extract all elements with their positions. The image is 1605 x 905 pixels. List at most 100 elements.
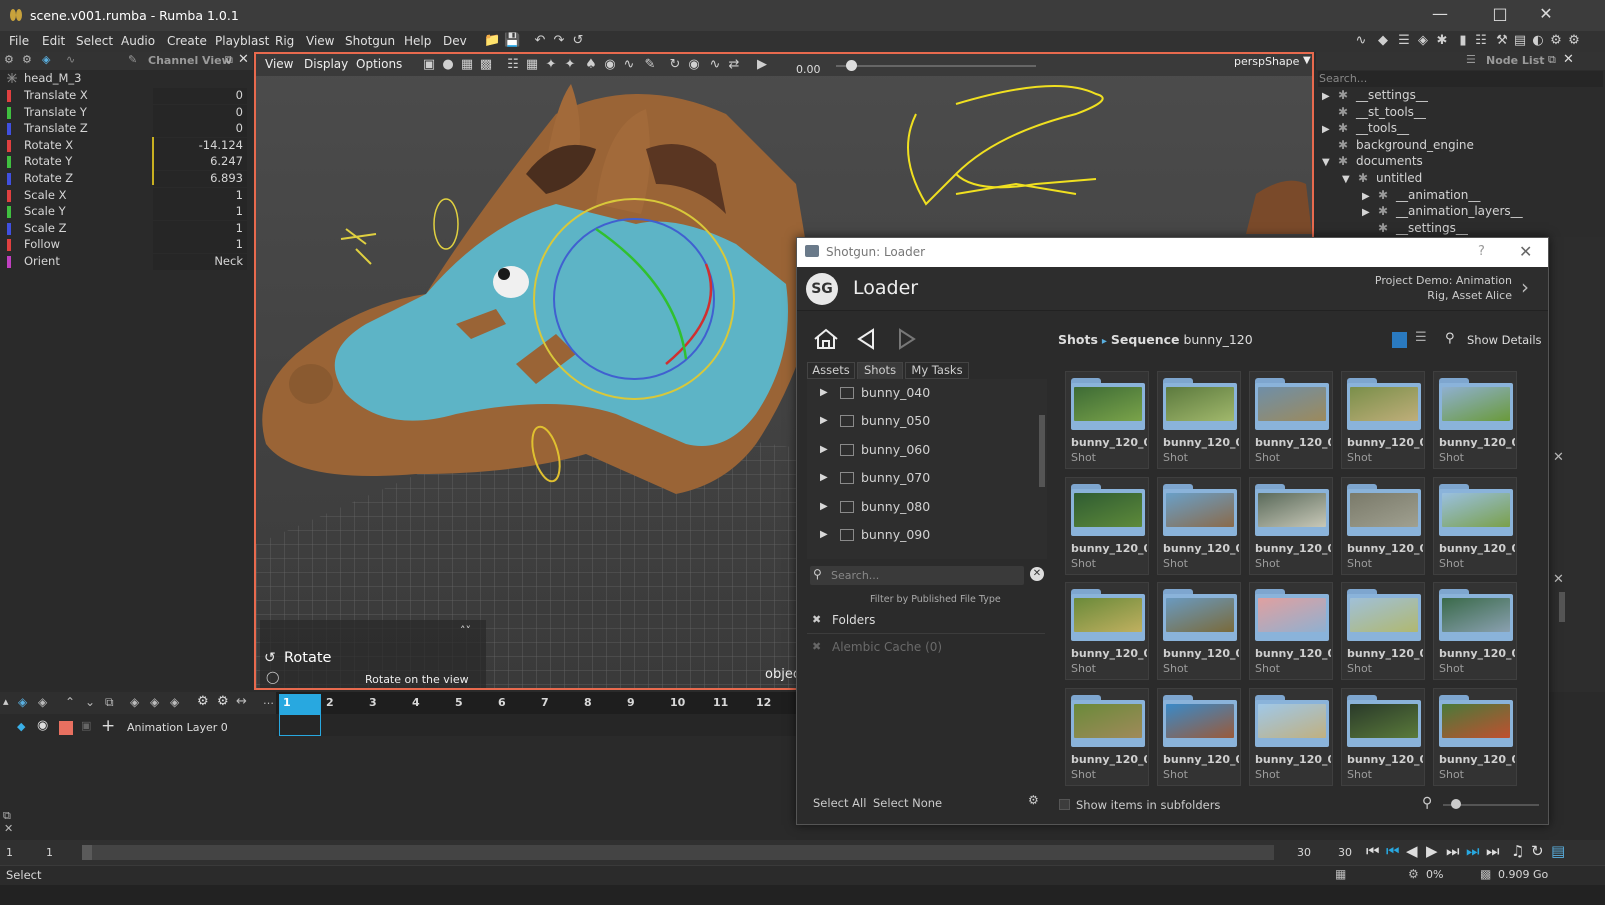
shot-tree-item[interactable]: ▶ bunny_090 xyxy=(820,526,1045,546)
frame-number[interactable]: 11 xyxy=(713,696,728,709)
menu-dev[interactable]: Dev xyxy=(443,34,467,48)
grid-view-icon[interactable] xyxy=(1392,332,1407,348)
menu-file[interactable]: File xyxy=(9,34,29,48)
shot-card[interactable]: bunny_120_00Shot xyxy=(1249,476,1333,575)
menu-rig[interactable]: Rig xyxy=(275,34,294,48)
loop-icon[interactable]: ↻ xyxy=(1531,842,1544,860)
shot-card[interactable]: bunny_120_02Shot xyxy=(1433,687,1517,786)
breadcrumb-root[interactable]: Shots xyxy=(1058,332,1098,347)
frame-number[interactable]: 3 xyxy=(369,696,377,709)
lock-icon[interactable]: ▣ xyxy=(81,719,91,732)
frame-number[interactable]: 7 xyxy=(541,696,549,709)
shot-card[interactable]: bunny_120_01Shot xyxy=(1341,582,1425,680)
list-icon[interactable]: ☰ xyxy=(1396,34,1412,48)
viewport-menu-view[interactable]: View xyxy=(265,57,293,71)
frame-number[interactable]: 9 xyxy=(627,696,635,709)
graph-icon[interactable]: ∿ xyxy=(1353,34,1369,48)
audio-icon[interactable]: ♫ xyxy=(1511,842,1524,860)
shot-card[interactable]: bunny_120_00Shot xyxy=(1065,371,1149,469)
layers-icon[interactable]: ◈ xyxy=(42,53,50,66)
channel-value[interactable]: 1 xyxy=(236,221,243,235)
shot-card[interactable]: bunny_120_00Shot xyxy=(1341,476,1425,575)
curve-icon[interactable]: ∿ xyxy=(621,58,637,72)
channel-row[interactable]: Rotate Z 6.893 xyxy=(0,171,253,187)
expander-icon[interactable]: ▶ xyxy=(1322,91,1338,102)
node-search-input[interactable]: Search... xyxy=(1318,71,1603,87)
scrollbar-thumb[interactable] xyxy=(1559,592,1565,622)
stack-icon[interactable]: ◈ xyxy=(150,695,159,709)
shot-tree-item[interactable]: ▶ bunny_070 xyxy=(820,469,1045,489)
channel-row[interactable]: Orient Neck xyxy=(0,254,253,270)
range-slider-handle[interactable] xyxy=(82,845,92,860)
shot-card[interactable]: bunny_120_00Shot xyxy=(1157,371,1241,469)
first-frame-icon[interactable]: ⏮ xyxy=(1366,842,1380,860)
expander-icon[interactable]: ▶ xyxy=(1322,124,1338,135)
tree-icon[interactable]: ☷ xyxy=(1473,34,1489,48)
checkbox-disabled-icon[interactable]: ✖ xyxy=(812,640,821,653)
stack-alt-icon[interactable]: ◈ xyxy=(170,695,179,709)
range-end-a[interactable]: 30 xyxy=(1297,846,1311,859)
next-frame-icon[interactable]: ⏭ xyxy=(1446,842,1460,860)
cube-icon[interactable]: ▣ xyxy=(421,58,437,72)
node-list-item[interactable]: ✱ __settings__ xyxy=(1362,221,1468,235)
node-list-item[interactable]: ▶ ✱ __settings__ xyxy=(1322,88,1428,102)
camera-name[interactable]: perspShape xyxy=(1234,55,1299,68)
merge-icon[interactable]: ◈ xyxy=(130,695,139,709)
filter-icon[interactable]: ⚙ xyxy=(22,53,32,66)
last-frame-icon[interactable]: ⏭ xyxy=(1486,842,1500,860)
channel-row[interactable]: Follow 1 xyxy=(0,237,253,254)
popout-icon[interactable]: ⧉ xyxy=(105,695,114,710)
keyframe-track[interactable] xyxy=(276,714,796,736)
channel-value[interactable]: 0 xyxy=(236,105,243,119)
active-layer-icon[interactable]: ◆ xyxy=(17,720,25,733)
show-details-button[interactable]: Show Details xyxy=(1467,333,1542,347)
shot-card[interactable]: bunny_120_01Shot xyxy=(1341,687,1425,786)
close-window-button[interactable]: ✕ xyxy=(1526,4,1566,28)
open-folder-icon[interactable]: 📁 xyxy=(484,34,500,48)
swap-icon[interactable]: ⇄ xyxy=(726,58,742,72)
layer-remove-icon[interactable]: ◈ xyxy=(38,695,47,709)
move-down-icon[interactable]: ⌄ xyxy=(85,695,95,709)
expand-arrow-icon[interactable]: ▶ xyxy=(820,472,828,483)
float-panel-icon[interactable]: ⧉ xyxy=(225,53,233,67)
show-subfolders-label[interactable]: Show items in subfolders xyxy=(1076,798,1220,812)
close-icon[interactable]: ✕ xyxy=(4,822,13,835)
visibility-eye-icon[interactable]: ◉ xyxy=(37,718,48,733)
channel-value-field[interactable] xyxy=(153,104,247,121)
shot-card[interactable]: bunny_120_01Shot xyxy=(1065,687,1149,786)
close-panel-icon[interactable]: ✕ xyxy=(238,52,249,67)
add-key-icon[interactable]: + xyxy=(101,716,115,736)
checkbox-checked-icon[interactable]: ✖ xyxy=(812,613,821,626)
menu-select[interactable]: Select xyxy=(76,34,113,48)
layer-add-icon[interactable]: ◈ xyxy=(18,695,27,709)
close-icon-2[interactable]: ✕ xyxy=(1553,572,1564,587)
node-list-item[interactable]: ✱ background_engine xyxy=(1322,138,1474,152)
channel-value[interactable]: -14.124 xyxy=(199,138,243,152)
node-list-item[interactable]: ▶ ✱ __animation_layers__ xyxy=(1362,204,1523,218)
shot-card[interactable]: bunny_120_01Shot xyxy=(1157,687,1241,786)
close-panel-icon[interactable]: ✕ xyxy=(1563,52,1574,67)
curve-icon[interactable]: ∿ xyxy=(66,53,75,66)
shot-card[interactable]: bunny_120_01Shot xyxy=(1249,582,1333,680)
maximize-button[interactable]: □ xyxy=(1480,4,1520,28)
shot-card[interactable]: bunny_120_00Shot xyxy=(1341,371,1425,469)
channel-value[interactable]: 0 xyxy=(236,88,243,102)
range-slider[interactable] xyxy=(82,845,1274,860)
list-view-icon[interactable]: ☰ xyxy=(1415,330,1427,345)
chevron-right-icon[interactable]: › xyxy=(1521,275,1529,299)
refresh-icon[interactable]: ↻ xyxy=(667,58,683,72)
subfolders-checkbox[interactable] xyxy=(1059,799,1070,810)
shot-card[interactable]: bunny_120_00Shot xyxy=(1249,371,1333,469)
shot-card[interactable]: bunny_120_00Shot xyxy=(1157,476,1241,575)
select-all-button[interactable]: Select All xyxy=(813,796,866,810)
frame-number[interactable]: 8 xyxy=(584,696,592,709)
settings-gear-icon[interactable]: ⚙ xyxy=(1028,793,1039,807)
camera-add-icon[interactable]: ◉ xyxy=(686,58,702,72)
float-icon[interactable]: ⧉ xyxy=(3,809,11,823)
chevron-up-down-icon[interactable]: ˄˅ xyxy=(460,624,471,637)
joint-icon[interactable]: ✦ xyxy=(562,58,578,72)
shot-card[interactable]: bunny_120_01Shot xyxy=(1433,476,1517,575)
shot-tree-item[interactable]: ▶ bunny_080 xyxy=(820,498,1045,518)
tag-icon[interactable]: ◆ xyxy=(1375,34,1391,48)
filter-alembic[interactable]: ✖ Alembic Cache (0) xyxy=(807,635,1045,661)
